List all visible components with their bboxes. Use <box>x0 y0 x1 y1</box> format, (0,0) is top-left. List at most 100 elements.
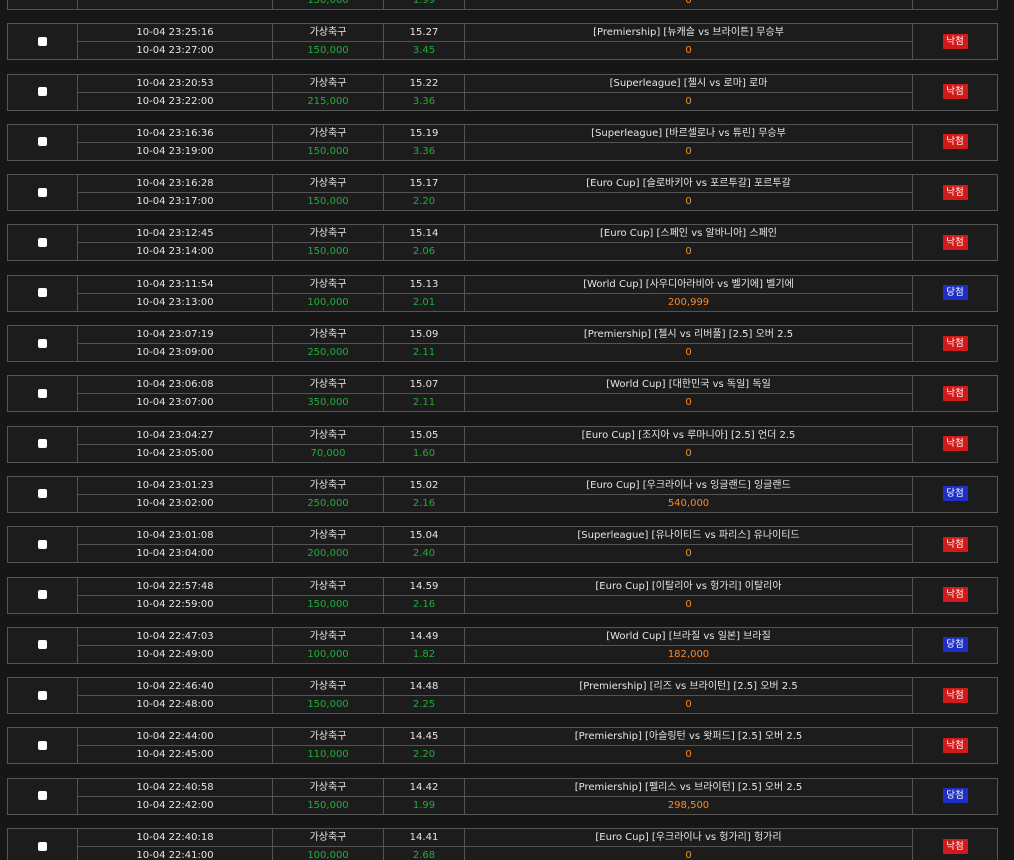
select-cell <box>7 174 78 212</box>
result-badge: 당첨 <box>942 788 968 804</box>
result-cell: 낙첨 <box>912 23 998 61</box>
bet-select-checkbox[interactable] <box>38 388 47 398</box>
bet-record: 10-04 23:06:08 가상축구 15.07 [World Cup] [대… <box>7 375 998 413</box>
bet-payout: 0 <box>464 192 913 212</box>
bet-payout: 0 <box>464 343 913 363</box>
bet-select-checkbox[interactable] <box>38 640 47 650</box>
bet-record: 10-04 23:01:08 가상축구 15.04 [Superleague] … <box>7 526 998 564</box>
bet-game: [Premiership] [뉴캐슬 vs 브라이튼] 무승부 <box>464 23 913 43</box>
bet-category: 가상축구 <box>272 475 384 495</box>
bet-game: [Premiership] [펠리스 vs 브라이턴] [2.5] 오버 2.5 <box>464 777 913 797</box>
close-time: 10-04 22:49:00 <box>77 644 273 664</box>
bet-category: 가상축구 <box>272 626 384 646</box>
bet-select-checkbox[interactable] <box>38 137 47 147</box>
bet-payout: 0 <box>464 594 913 614</box>
bet-time: 10-04 22:57:48 <box>77 576 273 596</box>
select-cell <box>7 23 78 61</box>
bet-time: 10-04 22:40:58 <box>77 777 273 797</box>
result-cell: 낙첨 <box>912 727 998 765</box>
bet-record: 10-04 23:01:23 가상축구 15.02 [Euro Cup] [우크… <box>7 475 998 513</box>
result-badge: 낙첨 <box>942 234 968 250</box>
bet-select-checkbox[interactable] <box>38 288 47 298</box>
bet-payout: 0 <box>464 0 913 10</box>
result-cell: 낙첨 <box>912 828 998 860</box>
bet-select-checkbox[interactable] <box>38 740 47 750</box>
bet-round: 14.45 <box>383 727 465 747</box>
bet-stake: 250,000 <box>272 343 384 363</box>
result-badge: 낙첨 <box>942 33 968 49</box>
bet-category: 가상축구 <box>272 727 384 747</box>
bet-select-checkbox[interactable] <box>38 87 47 97</box>
bet-stake: 150,000 <box>272 594 384 614</box>
result-badge: 낙첨 <box>942 838 968 854</box>
select-cell <box>7 375 78 413</box>
bet-odds: 1.82 <box>383 644 465 664</box>
select-cell <box>7 576 78 614</box>
bet-record: 10-04 22:47:03 가상축구 14.49 [World Cup] [브… <box>7 626 998 664</box>
bet-stake: 350,000 <box>272 393 384 413</box>
bet-select-checkbox[interactable] <box>38 489 47 499</box>
bet-select-checkbox[interactable] <box>38 791 47 801</box>
bet-stake: 215,000 <box>272 91 384 111</box>
result-badge: 낙첨 <box>942 436 968 452</box>
bet-game: [Euro Cup] [우크라이나 vs 잉글랜드] 잉글랜드 <box>464 475 913 495</box>
bet-game: [Superleague] [첼시 vs 로마] 로마 <box>464 73 913 93</box>
bet-select-checkbox[interactable] <box>38 187 47 197</box>
bet-game: [Euro Cup] [슬로바키아 vs 포르투갈] 포르투갈 <box>464 174 913 194</box>
bet-category: 가상축구 <box>272 325 384 345</box>
close-time: 10-04 23:07:00 <box>77 393 273 413</box>
bet-payout: 0 <box>464 846 913 860</box>
bet-time: 10-04 22:44:00 <box>77 727 273 747</box>
bet-time: 10-04 22:46:40 <box>77 677 273 697</box>
bet-record: 10-04 23:11:54 가상축구 15.13 [World Cup] [사… <box>7 274 998 312</box>
bet-odds: 2.16 <box>383 493 465 513</box>
bet-select-checkbox[interactable] <box>38 690 47 700</box>
result-cell: 낙첨 <box>912 677 998 715</box>
close-time: 10-04 22:59:00 <box>77 594 273 614</box>
bet-game: [Euro Cup] [조지아 vs 루마니아] [2.5] 언더 2.5 <box>464 425 913 445</box>
result-cell: 당첨 <box>912 777 998 815</box>
select-cell <box>7 677 78 715</box>
bet-odds: 2.68 <box>383 846 465 860</box>
result-cell: 당첨 <box>912 274 998 312</box>
bet-stake: 70,000 <box>272 443 384 463</box>
bet-game: [Premiership] [첼시 vs 리버풀] [2.5] 오버 2.5 <box>464 325 913 345</box>
bet-select-checkbox[interactable] <box>38 439 47 449</box>
bet-record: 10-04 23:12:45 가상축구 15.14 [Euro Cup] [스페… <box>7 224 998 262</box>
bet-odds: 2.11 <box>383 393 465 413</box>
bet-category: 가상축구 <box>272 375 384 395</box>
bet-payout: 0 <box>464 393 913 413</box>
bet-round: 15.07 <box>383 375 465 395</box>
bet-round: 15.05 <box>383 425 465 445</box>
result-badge: 낙첨 <box>942 587 968 603</box>
bet-time: 10-04 22:40:18 <box>77 828 273 848</box>
result-badge: 낙첨 <box>942 335 968 351</box>
bet-select-checkbox[interactable] <box>38 590 47 600</box>
bet-time: 10-04 23:16:36 <box>77 123 273 143</box>
bet-round: 15.14 <box>383 224 465 244</box>
bet-select-checkbox[interactable] <box>38 237 47 247</box>
bet-select-checkbox[interactable] <box>38 338 47 348</box>
result-badge: 낙첨 <box>942 184 968 200</box>
bet-payout: 182,000 <box>464 644 913 664</box>
bet-round: 14.42 <box>383 777 465 797</box>
bet-odds: 3.36 <box>383 141 465 161</box>
result-badge: 낙첨 <box>942 536 968 552</box>
bet-time: 10-04 23:01:23 <box>77 475 273 495</box>
select-cell <box>7 828 78 860</box>
bet-stake: 150,000 <box>272 0 384 10</box>
bet-odds: 1.60 <box>383 443 465 463</box>
bet-category: 가상축구 <box>272 576 384 596</box>
bet-category: 가상축구 <box>272 174 384 194</box>
bet-category: 가상축구 <box>272 677 384 697</box>
bet-round: 15.04 <box>383 526 465 546</box>
result-cell: 당첨 <box>912 626 998 664</box>
bet-select-checkbox[interactable] <box>38 36 47 46</box>
select-cell <box>7 526 78 564</box>
select-cell <box>7 626 78 664</box>
bet-round: 15.17 <box>383 174 465 194</box>
result-cell: 낙첨 <box>912 73 998 111</box>
bet-select-checkbox[interactable] <box>38 539 47 549</box>
bet-round: 14.48 <box>383 677 465 697</box>
bet-select-checkbox[interactable] <box>38 841 47 851</box>
